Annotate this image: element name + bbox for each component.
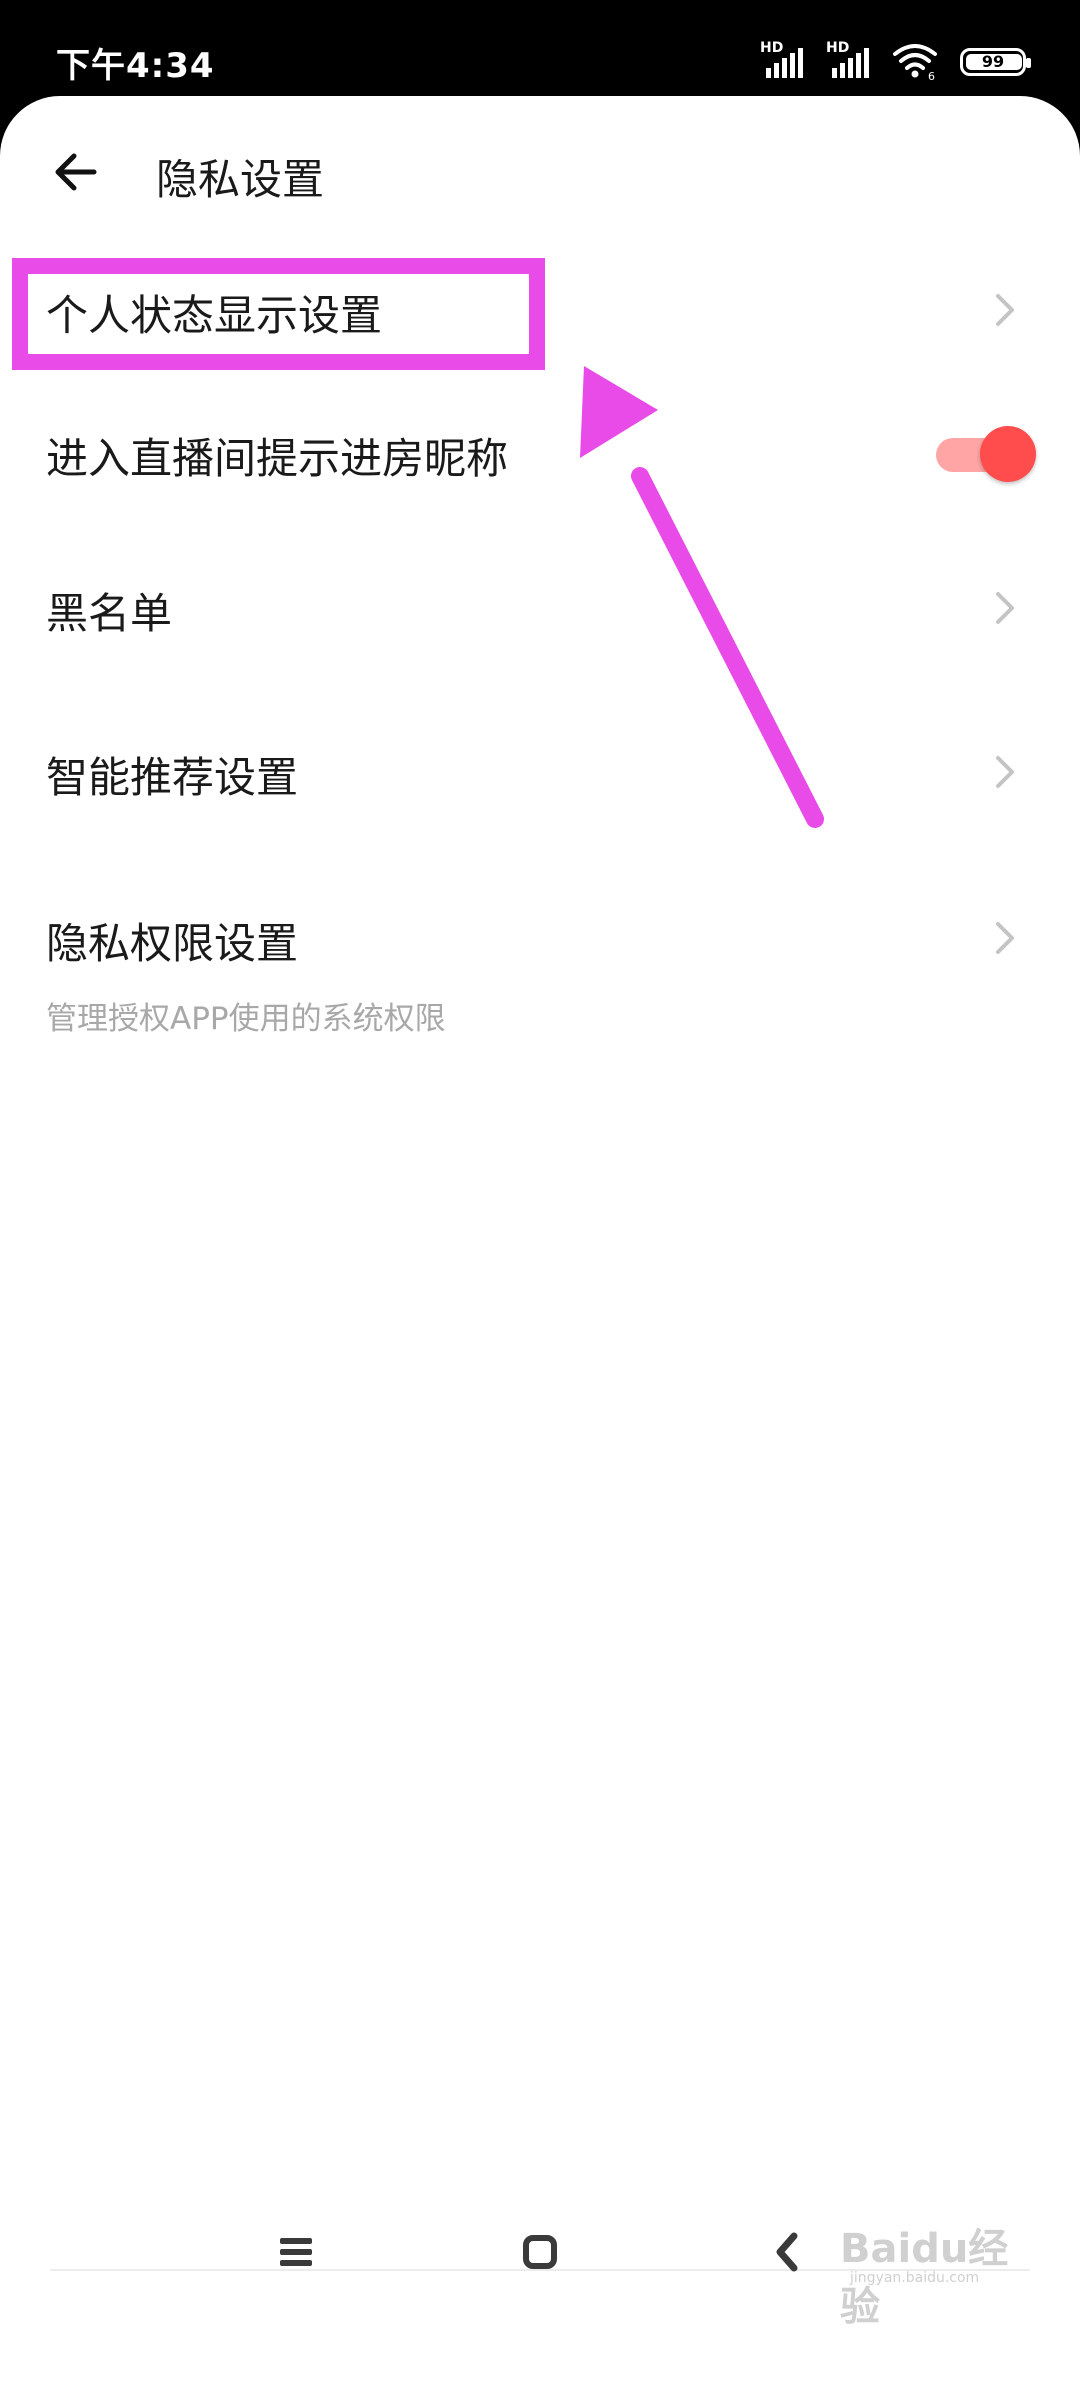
settings-item-label: 个人状态显示设置 [46, 291, 383, 340]
battery-icon: 99 [960, 48, 1031, 76]
page-title: 隐私设置 [156, 155, 325, 204]
settings-item-personal-status[interactable]: 个人状态显示设置 [0, 246, 1080, 376]
chevron-right-icon [996, 294, 1014, 326]
settings-item-label: 隐私权限设置 [46, 919, 299, 968]
header: 隐私设置 [0, 96, 1080, 256]
arrow-left-icon[interactable] [44, 140, 108, 204]
menu-icon[interactable] [266, 2222, 326, 2282]
settings-sheet: 隐私设置 个人状态显示设置 进入直播间提示进房昵称 黑名单 智能推荐设置 隐私权… [0, 96, 1080, 2400]
chevron-right-icon [996, 756, 1014, 788]
status-icons: HD HD 6 99 [760, 40, 1031, 80]
wifi-label: 6 [928, 70, 935, 80]
settings-item-privacy-permissions[interactable]: 隐私权限设置 管理授权APP使用的系统权限 [0, 876, 1080, 1056]
settings-item-smart-recommend[interactable]: 智能推荐设置 [0, 710, 1080, 840]
settings-item-blacklist[interactable]: 黑名单 [0, 546, 1080, 676]
settings-item-entry-nickname: 进入直播间提示进房昵称 [0, 391, 1080, 521]
chevron-right-icon [996, 922, 1014, 954]
wifi-icon: 6 [893, 44, 937, 80]
screen: 下午4:34 HD HD 6 99 隐私设置 个人状态显示设置 进入直播间提示进… [0, 0, 1080, 2400]
status-bar: 下午4:34 HD HD 6 99 [0, 0, 1080, 96]
settings-item-subtitle: 管理授权APP使用的系统权限 [46, 1001, 446, 1037]
entry-nickname-toggle[interactable] [936, 426, 1036, 482]
settings-item-label: 黑名单 [46, 589, 173, 638]
chevron-right-icon [996, 592, 1014, 624]
battery-level: 99 [981, 52, 1005, 71]
home-square-icon[interactable] [510, 2222, 570, 2282]
toggle-knob [980, 426, 1036, 482]
cell-signal-icon-2: HD [826, 40, 870, 80]
settings-item-label: 进入直播间提示进房昵称 [46, 434, 509, 483]
status-time: 下午4:34 [56, 46, 215, 86]
settings-item-label: 智能推荐设置 [46, 753, 299, 802]
chevron-left-icon[interactable] [758, 2222, 818, 2282]
cell-signal-icon: HD [760, 40, 804, 80]
system-nav-bar [0, 2200, 1080, 2304]
